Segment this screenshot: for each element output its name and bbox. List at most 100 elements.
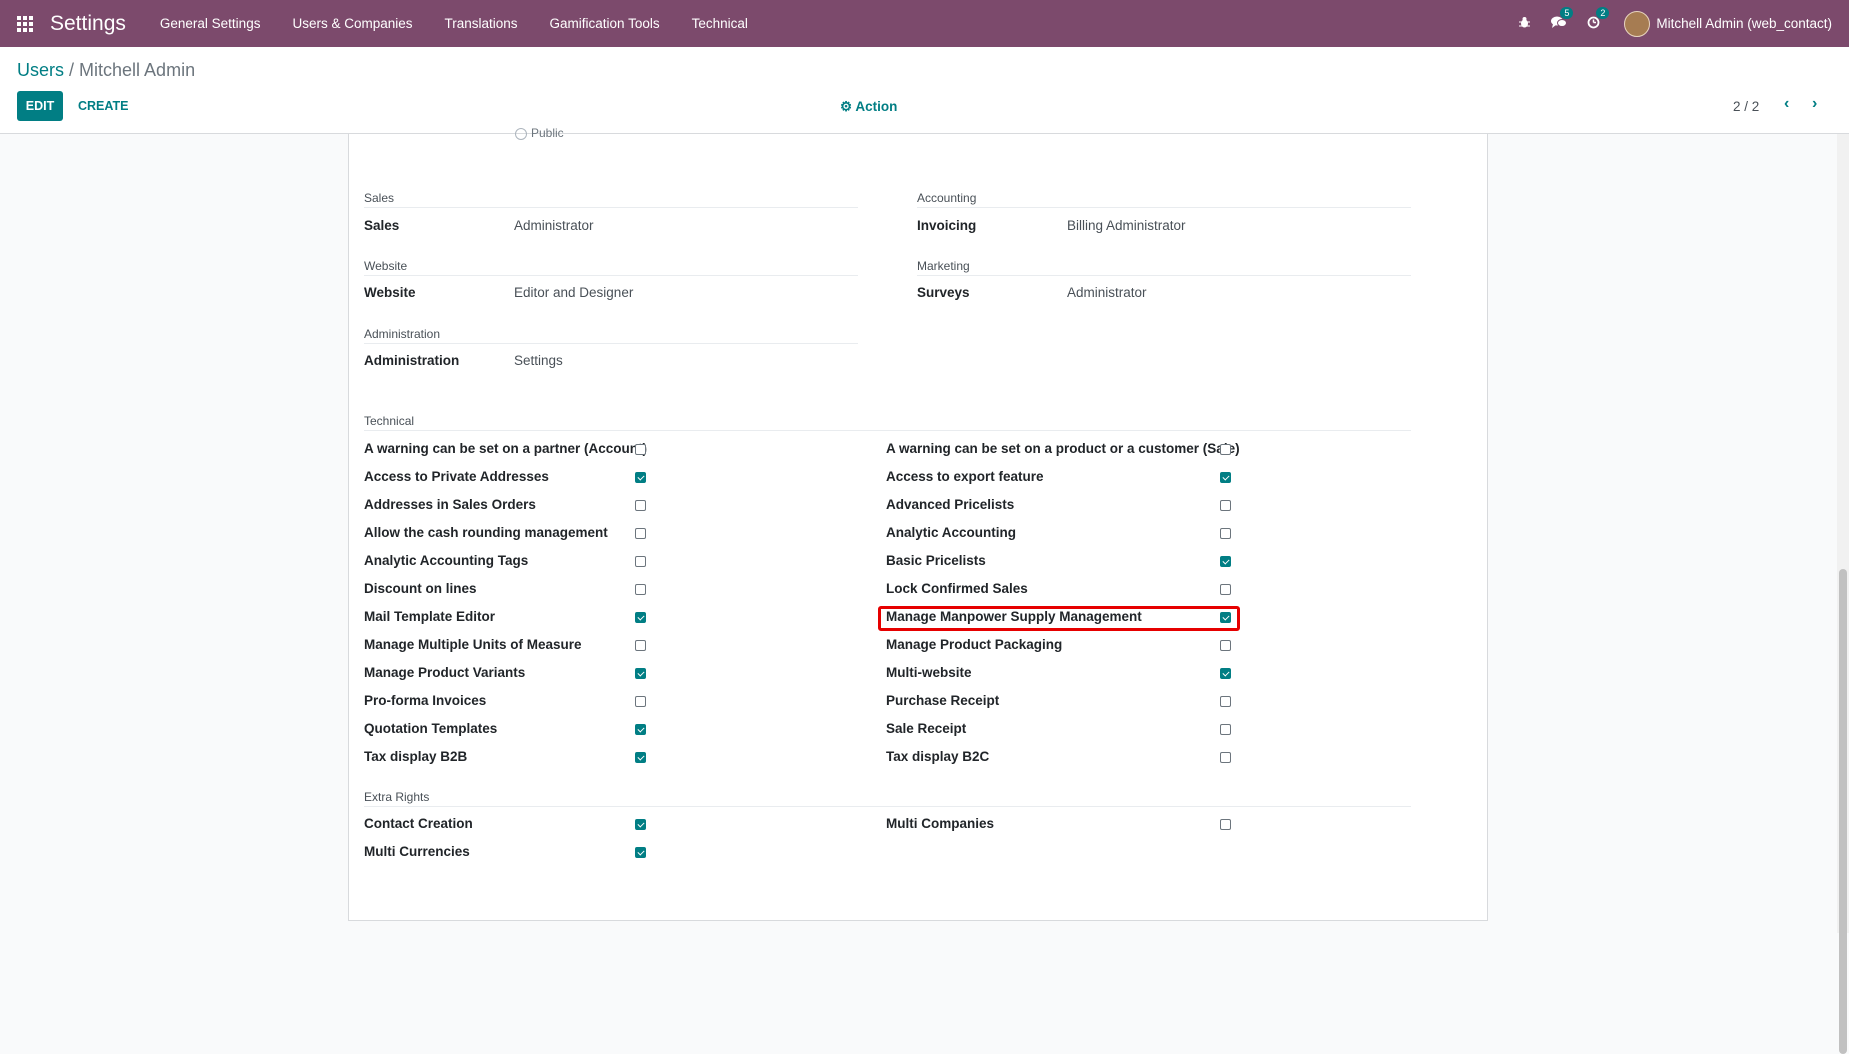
checkbox-label: Manage Multiple Units of Measure [364, 637, 582, 652]
checkbox-unchecked[interactable] [635, 444, 646, 455]
chat-icon[interactable]: 5 [1551, 6, 1574, 32]
checkbox-unchecked[interactable] [635, 640, 646, 651]
checkbox-label: Access to export feature [886, 469, 1044, 484]
chat-badge: 5 [1560, 6, 1574, 19]
checkbox-checked[interactable] [1220, 556, 1231, 567]
checkbox-label: Manage Product Packaging [886, 637, 1063, 652]
top-navbar: Settings General Settings Users & Compan… [0, 0, 1849, 47]
public-radio[interactable]: Public [515, 126, 564, 140]
checkbox-checked[interactable] [635, 472, 646, 483]
field-label-website: Website [364, 285, 416, 300]
menu-technical[interactable]: Technical [692, 16, 748, 31]
field-value-sales[interactable]: Administrator [514, 218, 594, 233]
checkbox-label: Basic Pricelists [886, 553, 986, 568]
checkbox-unchecked[interactable] [1220, 724, 1231, 735]
breadcrumb-current: Mitchell Admin [79, 60, 196, 80]
navbar-systray: 5 2 Mitchell Admin (web_contact) [1508, 0, 1849, 47]
chevron-left-icon[interactable]: ‹ [1784, 95, 1789, 113]
divider [364, 275, 858, 276]
menu-gamification-tools[interactable]: Gamification Tools [550, 16, 660, 31]
menu-translations[interactable]: Translations [445, 16, 518, 31]
checkbox-unchecked[interactable] [1220, 819, 1231, 830]
checkbox-checked[interactable] [635, 752, 646, 763]
field-label-surveys: Surveys [917, 285, 970, 300]
field-label-administration: Administration [364, 353, 460, 368]
checkbox-label: Analytic Accounting Tags [364, 553, 529, 568]
chevron-right-icon[interactable]: › [1812, 95, 1817, 113]
checkbox-label: Multi Currencies [364, 844, 470, 859]
scrollbar-thumb[interactable] [1839, 569, 1847, 1054]
group-title-technical: Technical [364, 414, 415, 428]
gear-icon: ⚙ [840, 99, 853, 114]
checkbox-unchecked[interactable] [1220, 528, 1231, 539]
checkbox-unchecked[interactable] [1220, 752, 1231, 763]
divider [917, 207, 1411, 208]
field-label-sales: Sales [364, 218, 400, 233]
checkbox-label: Purchase Receipt [886, 693, 1000, 708]
group-title-sales: Sales [364, 191, 395, 205]
user-menu[interactable]: Mitchell Admin (web_contact) [1656, 16, 1832, 31]
breadcrumb: Users / Mitchell Admin [17, 60, 195, 81]
checkbox-label: Quotation Templates [364, 721, 498, 736]
divider [364, 343, 858, 344]
checkbox-label: Mail Template Editor [364, 609, 496, 624]
checkbox-label: Sale Receipt [886, 721, 967, 736]
divider [364, 806, 1411, 807]
checkbox-checked[interactable] [635, 668, 646, 679]
user-avatar[interactable] [1624, 10, 1651, 37]
checkbox-label: A warning can be set on a partner (Accou… [364, 441, 648, 456]
group-title-website: Website [364, 259, 408, 273]
checkbox-label: Advanced Pricelists [886, 497, 1015, 512]
bug-icon[interactable] [1518, 16, 1531, 32]
field-value-administration[interactable]: Settings [514, 353, 563, 368]
app-brand[interactable]: Settings [50, 12, 126, 36]
activity-clock-icon[interactable]: 2 [1587, 6, 1610, 32]
checkbox-label: Multi Companies [886, 816, 995, 831]
checkbox-label: Lock Confirmed Sales [886, 581, 1028, 596]
checkbox-unchecked[interactable] [1220, 696, 1231, 707]
checkbox-label: Discount on lines [364, 581, 477, 596]
control-panel: Users / Mitchell Admin EDIT CREATE ⚙ Act… [0, 47, 1849, 134]
checkbox-label: Access to Private Addresses [364, 469, 549, 484]
field-value-website[interactable]: Editor and Designer [514, 285, 633, 300]
create-button[interactable]: CREATE [70, 91, 136, 121]
checkbox-unchecked[interactable] [1220, 444, 1231, 455]
checkbox-label: Contact Creation [364, 816, 473, 831]
checkbox-checked[interactable] [635, 612, 646, 623]
divider [364, 430, 1411, 431]
checkbox-unchecked[interactable] [1220, 640, 1231, 651]
checkbox-checked[interactable] [635, 819, 646, 830]
highlight-annotation [878, 606, 1240, 631]
checkbox-label: Manage Product Variants [364, 665, 526, 680]
field-value-surveys[interactable]: Administrator [1067, 285, 1147, 300]
checkbox-unchecked[interactable] [635, 584, 646, 595]
scrollbar[interactable] [1837, 134, 1849, 1054]
edit-button[interactable]: EDIT [17, 91, 63, 121]
checkbox-checked[interactable] [1220, 472, 1231, 483]
checkbox-label: Tax display B2C [886, 749, 990, 764]
checkbox-label: Addresses in Sales Orders [364, 497, 536, 512]
checkbox-checked[interactable] [635, 724, 646, 735]
checkbox-unchecked[interactable] [635, 556, 646, 567]
checkbox-label: Pro-forma Invoices [364, 693, 487, 708]
action-dropdown[interactable]: ⚙ Action [840, 99, 897, 115]
checkbox-checked[interactable] [1220, 668, 1231, 679]
checkbox-label: Tax display B2B [364, 749, 468, 764]
checkbox-checked[interactable] [635, 847, 646, 858]
menu-general-settings[interactable]: General Settings [160, 16, 261, 31]
public-radio-label: Public [531, 126, 564, 140]
field-value-invoicing[interactable]: Billing Administrator [1067, 218, 1186, 233]
menu-users-companies[interactable]: Users & Companies [292, 16, 412, 31]
breadcrumb-users[interactable]: Users [17, 60, 64, 80]
checkbox-unchecked[interactable] [635, 528, 646, 539]
group-title-accounting: Accounting [917, 191, 977, 205]
checkbox-unchecked[interactable] [1220, 584, 1231, 595]
breadcrumb-separator: / [64, 60, 80, 80]
apps-grid-icon[interactable] [17, 15, 33, 32]
radio-circle-icon [515, 127, 527, 140]
group-title-administration: Administration [364, 327, 441, 341]
checkbox-unchecked[interactable] [1220, 500, 1231, 511]
checkbox-unchecked[interactable] [635, 696, 646, 707]
checkbox-unchecked[interactable] [635, 500, 646, 511]
divider [364, 207, 858, 208]
